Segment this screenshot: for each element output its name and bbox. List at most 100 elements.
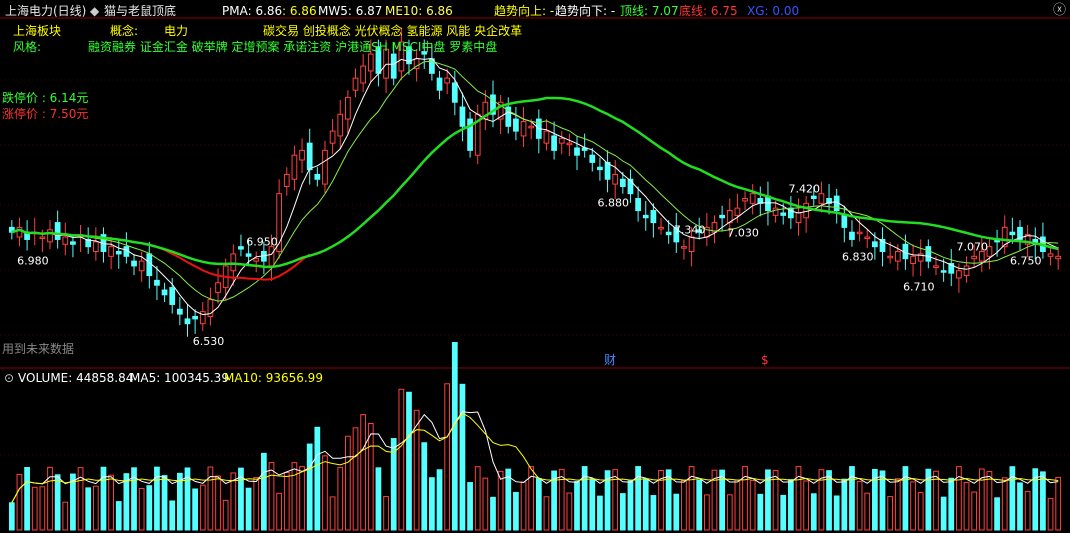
ma10-line bbox=[11, 60, 1059, 302]
volume-bar bbox=[268, 462, 275, 531]
volume-bar bbox=[894, 478, 901, 531]
volume-bar bbox=[444, 383, 451, 531]
candle-body bbox=[451, 82, 458, 103]
candle-body bbox=[803, 202, 810, 219]
candle-body bbox=[215, 282, 221, 293]
volume-bar bbox=[803, 480, 810, 531]
candle-body bbox=[543, 130, 550, 144]
limit-down: 跌停价 : 6.14元 bbox=[2, 91, 89, 105]
candle-body bbox=[528, 125, 535, 129]
candle-body bbox=[864, 236, 871, 240]
volume-bar bbox=[520, 481, 527, 531]
candle-body bbox=[291, 154, 298, 180]
volume-bar bbox=[24, 467, 30, 531]
volume-bar bbox=[994, 497, 1000, 531]
volume-bar bbox=[406, 391, 412, 531]
candle-body bbox=[367, 53, 374, 72]
pma-label: PMA: 6.86 bbox=[222, 4, 283, 18]
style-list: 融资融券 证金汇金 破举牌 定增预案 承诺注资 沪港通SH MSCI中盘 罗素中… bbox=[88, 40, 498, 54]
volume-bar bbox=[474, 466, 481, 531]
volume-ma5: MA5: 100345.39 bbox=[130, 371, 229, 385]
pma-value: : 6.86 bbox=[282, 4, 317, 18]
close-icon[interactable]: ⓧ bbox=[1053, 4, 1066, 18]
candle-body bbox=[1047, 253, 1054, 257]
candle-body bbox=[345, 96, 351, 120]
volume-bar bbox=[810, 493, 817, 531]
volume-bar bbox=[940, 496, 947, 531]
volume-label: VOLUME: 44858.84 bbox=[18, 371, 134, 385]
candle-body bbox=[436, 77, 443, 91]
volume-bar bbox=[589, 478, 596, 531]
candle-body bbox=[734, 207, 741, 216]
candle-body bbox=[299, 149, 305, 161]
volume-bar bbox=[948, 477, 955, 531]
price-annotation: 7.420 bbox=[789, 183, 821, 196]
volume-bar bbox=[31, 486, 38, 531]
price-annotation: 7.070 bbox=[957, 240, 989, 253]
volume-bar bbox=[681, 480, 687, 531]
board-label: 上海板块 bbox=[13, 24, 62, 38]
collapse-icon[interactable]: ⊙ bbox=[4, 371, 14, 385]
volume-bar bbox=[856, 480, 863, 531]
volume-bar bbox=[306, 443, 313, 531]
volume-bar bbox=[459, 383, 466, 531]
candle-body bbox=[360, 65, 367, 84]
candle-body bbox=[306, 142, 313, 171]
volume-bar bbox=[123, 473, 130, 531]
volume-bar bbox=[108, 474, 114, 531]
candle-body bbox=[283, 173, 290, 187]
volume-bar bbox=[283, 472, 290, 531]
candle-body bbox=[604, 161, 611, 180]
candle-body bbox=[650, 210, 657, 224]
candle-body bbox=[772, 207, 779, 216]
trend-down: 趋势向下: - bbox=[555, 4, 616, 18]
candle-body bbox=[658, 226, 664, 230]
cai-marker[interactable]: 财 bbox=[604, 353, 616, 367]
candle-body bbox=[513, 118, 519, 132]
volume-bar bbox=[1017, 482, 1023, 531]
concept-value: 电力 bbox=[164, 24, 189, 38]
ma-green-line bbox=[11, 96, 1059, 269]
candle-body bbox=[688, 236, 695, 252]
candle-body bbox=[665, 231, 672, 236]
volume-bar bbox=[749, 479, 756, 531]
stock-title[interactable]: 上海电力(日线) bbox=[5, 4, 86, 18]
volume-ma10: MA10: 93656.99 bbox=[224, 371, 323, 385]
candle-body bbox=[574, 147, 580, 156]
candle-body bbox=[115, 250, 122, 255]
volume-bar bbox=[971, 491, 978, 531]
volume-bar bbox=[726, 494, 733, 531]
volume-bar bbox=[245, 487, 252, 531]
candle-body bbox=[352, 77, 359, 91]
kline-chart[interactable]: 6.980 6.530 6.950 6.880 7.340 7.030 7.420 6.830… bbox=[0, 0, 1070, 533]
volume-bar bbox=[497, 470, 504, 531]
price-annotation: 6.830 bbox=[842, 251, 874, 264]
volume-bar bbox=[597, 495, 603, 531]
indicator-name[interactable]: 猫与老鼠顶底 bbox=[104, 4, 176, 18]
concept-label: 概念: bbox=[110, 24, 139, 38]
diamond-icon[interactable]: ◆ bbox=[90, 4, 99, 18]
candle-body bbox=[795, 212, 802, 224]
volume-bar bbox=[642, 479, 649, 531]
volume-bar bbox=[1040, 471, 1046, 531]
candle-body bbox=[894, 250, 901, 262]
volume-bar bbox=[421, 442, 428, 531]
volume-bar bbox=[490, 496, 496, 531]
s-marker[interactable]: $ bbox=[761, 353, 769, 367]
candle-body bbox=[933, 265, 939, 268]
volume-bar bbox=[864, 492, 871, 531]
candle-body bbox=[780, 212, 787, 216]
candle-body bbox=[520, 120, 527, 137]
volume-bar bbox=[383, 496, 389, 531]
candle-body bbox=[749, 193, 756, 204]
candle-body bbox=[184, 318, 191, 325]
volume-bar bbox=[436, 469, 443, 531]
volume-bar bbox=[215, 475, 221, 531]
volume-bar bbox=[933, 470, 939, 531]
volume-bar bbox=[558, 468, 565, 531]
volume-bar bbox=[367, 423, 374, 531]
volume-bar bbox=[337, 466, 344, 531]
volume-bar bbox=[612, 469, 619, 531]
volume-bar bbox=[841, 478, 848, 531]
volume-bar bbox=[253, 477, 260, 531]
